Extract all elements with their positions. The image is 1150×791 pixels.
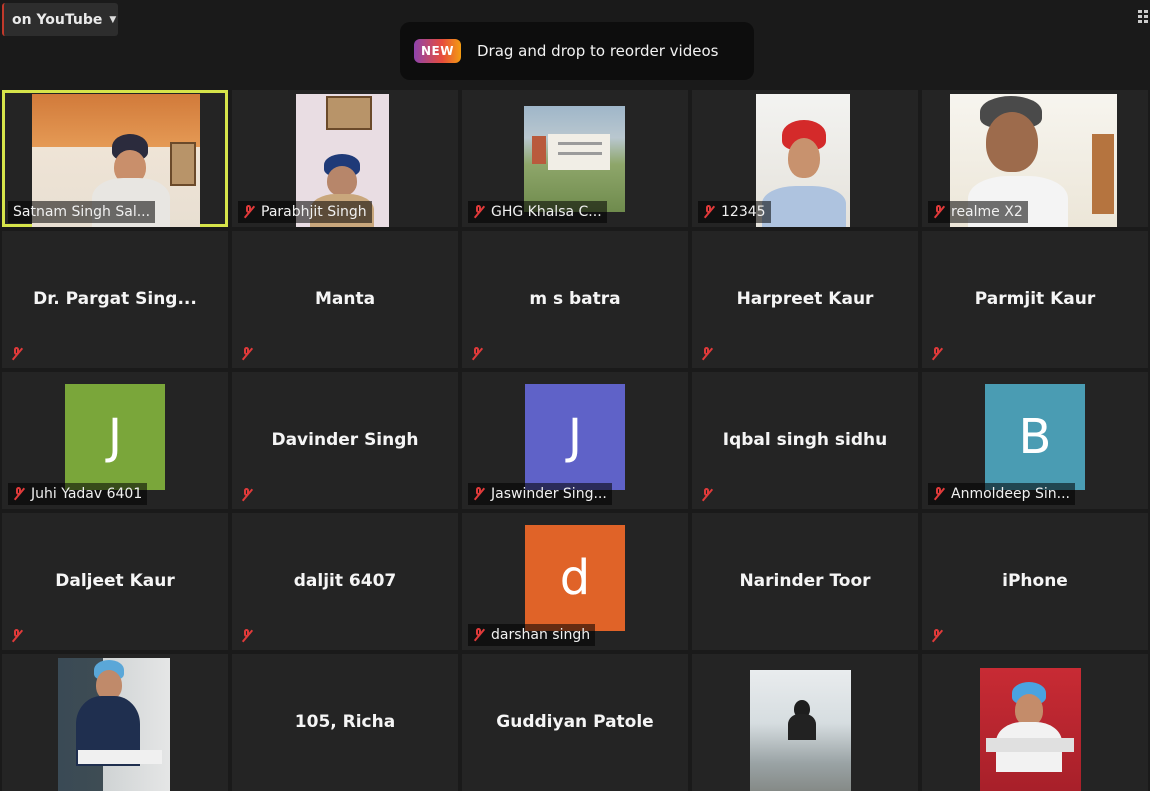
participant-tile[interactable]: Guddiyan Patole [462,654,688,791]
participant-name-label: 12345 [698,201,771,223]
participant-tile[interactable]: Satnam Singh Sal... [2,90,228,227]
muted-mic-icon [703,205,715,219]
participant-name: Harpreet Kaur [736,288,874,309]
caret-down-icon: ▼ [109,14,117,25]
participant-tile[interactable]: J Juhi Yadav 6401 [2,372,228,509]
participant-name: Guddiyan Patole [496,711,654,732]
top-bar: on YouTube ▼ NEW Drag and drop to reorde… [0,0,1150,90]
participant-tile[interactable]: Dr. Pargat Sing... [2,231,228,368]
participant-name: darshan singh [491,627,591,643]
muted-mic-icon [933,487,945,501]
participant-tile[interactable]: Harpreet Kaur [692,231,918,368]
participant-name: Jaswinder Sing... [491,486,607,502]
participant-name: Satnam Singh Sal... [13,204,151,220]
muted-mic-icon [241,488,253,502]
participant-video [980,668,1081,791]
participant-name: Manta [314,288,376,309]
new-badge: NEW [414,39,461,63]
gallery-view-icon[interactable] [1138,10,1148,23]
participant-name: Parabhjit Singh [261,204,367,220]
participant-tile[interactable]: GHG Khalsa C... [462,90,688,227]
muted-mic-icon [931,347,943,361]
muted-mic-icon [241,629,253,643]
participant-name: Parmjit Kaur [974,288,1096,309]
participant-tile[interactable]: J Jaswinder Sing... [462,372,688,509]
participant-tile[interactable]: B Anmoldeep Sin... [922,372,1148,509]
avatar-initial: B [1018,409,1052,465]
participant-tile[interactable]: 105, Richa [232,654,458,791]
participant-tile[interactable]: iPhone [922,513,1148,650]
participant-name: realme X2 [951,204,1023,220]
participant-name: Anmoldeep Sin... [951,486,1070,502]
participant-avatar: B [985,384,1085,490]
participant-name: 105, Richa [294,711,396,732]
muted-mic-icon [701,347,713,361]
participant-video [750,670,851,791]
participant-name: Dr. Pargat Sing... [33,288,197,309]
participant-name: GHG Khalsa C... [491,204,602,220]
participant-name: 12345 [721,204,766,220]
participant-tile[interactable]: 12345 [692,90,918,227]
live-stream-dropdown-label: on YouTube [12,11,103,28]
participant-tile[interactable]: Daljeet Kaur [2,513,228,650]
participant-name-label: Juhi Yadav 6401 [8,483,148,505]
participant-tile[interactable] [922,654,1148,791]
participant-tile[interactable]: m s batra [462,231,688,368]
muted-mic-icon [243,205,255,219]
participant-tile[interactable] [2,654,228,791]
muted-mic-icon [473,487,485,501]
muted-mic-icon [473,628,485,642]
participant-video [58,658,170,791]
participant-tile[interactable]: d darshan singh [462,513,688,650]
participant-avatar: J [65,384,165,490]
participant-tile[interactable]: daljit 6407 [232,513,458,650]
avatar-initial: J [107,409,123,465]
participant-tile[interactable]: Davinder Singh [232,372,458,509]
avatar-initial: d [559,550,591,606]
participant-name: Daljeet Kaur [55,570,175,591]
participant-tile[interactable]: realme X2 [922,90,1148,227]
participant-tile[interactable]: Manta [232,231,458,368]
avatar-initial: J [567,409,583,465]
muted-mic-icon [11,347,23,361]
participant-name: Juhi Yadav 6401 [31,486,143,502]
participant-name-label: Parabhjit Singh [238,201,372,223]
participant-video [524,106,625,212]
muted-mic-icon [933,205,945,219]
participant-avatar: J [525,384,625,490]
participant-name-label: darshan singh [468,624,596,646]
participant-name: Iqbal singh sidhu [722,429,888,450]
participant-tile[interactable]: Parmjit Kaur [922,231,1148,368]
reorder-notification: NEW Drag and drop to reorder videos [400,22,754,80]
participant-tile[interactable] [692,654,918,791]
muted-mic-icon [241,347,253,361]
muted-mic-icon [471,347,483,361]
participant-tile[interactable]: Parabhjit Singh [232,90,458,227]
participant-name: Davinder Singh [271,429,419,450]
participant-name-label: Anmoldeep Sin... [928,483,1075,505]
participant-name-label: GHG Khalsa C... [468,201,607,223]
participant-name: Narinder Toor [739,570,871,591]
notification-text: Drag and drop to reorder videos [476,42,719,60]
muted-mic-icon [701,488,713,502]
participant-name-label: Satnam Singh Sal... [8,201,156,223]
participant-name-label: Jaswinder Sing... [468,483,612,505]
participant-name-label: realme X2 [928,201,1028,223]
muted-mic-icon [473,205,485,219]
gallery-grid: Satnam Singh Sal... Parabhjit Singh GHG … [2,90,1148,791]
muted-mic-icon [11,629,23,643]
participant-name: iPhone [1002,570,1068,591]
live-stream-dropdown[interactable]: on YouTube ▼ [2,3,118,36]
muted-mic-icon [931,629,943,643]
participant-name: daljit 6407 [293,570,397,591]
muted-mic-icon [13,487,25,501]
participant-avatar: d [525,525,625,631]
participant-tile[interactable]: Narinder Toor [692,513,918,650]
participant-name: m s batra [529,288,621,309]
participant-tile[interactable]: Iqbal singh sidhu [692,372,918,509]
